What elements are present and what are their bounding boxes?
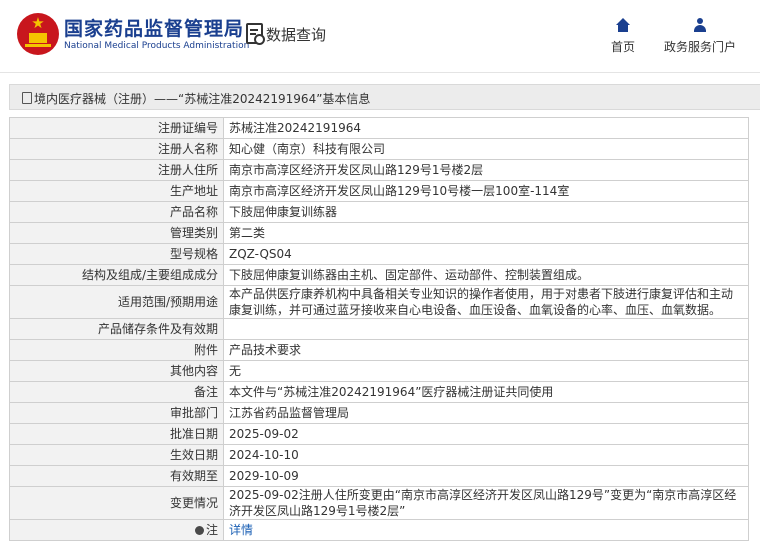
details-link[interactable]: 详情 <box>229 523 253 537</box>
table-row: 适用范围/预期用途 本产品供医疗康养机构中具备相关专业知识的操作者使用，用于对患者… <box>9 285 749 319</box>
field-label: 型号规格 <box>9 243 224 265</box>
field-label: 其他内容 <box>9 360 224 382</box>
table-row: 备注 本文件与“苏械注准20242191964”医疗器械注册证共同使用 <box>9 381 749 403</box>
note-value: 详情 <box>223 519 749 541</box>
field-label: 产品名称 <box>9 201 224 223</box>
document-icon <box>22 92 32 104</box>
table-row: 结构及组成/主要组成成分 下肢屈伸康复训练器由主机、固定部件、运动部件、控制装置组… <box>9 264 749 286</box>
field-value: ZQZ-QS04 <box>223 243 749 265</box>
field-label: 备注 <box>9 381 224 403</box>
table-row: 管理类别 第二类 <box>9 222 749 244</box>
national-emblem-logo[interactable]: ★ <box>17 13 59 55</box>
field-label: 注册人住所 <box>9 159 224 181</box>
field-label: 管理类别 <box>9 222 224 244</box>
field-label: 附件 <box>9 339 224 361</box>
note-label: 注 <box>9 519 224 541</box>
nav-service-portal[interactable]: 政务服务门户 <box>660 18 740 55</box>
field-value: 江苏省药品监督管理局 <box>223 402 749 424</box>
table-row: 变更情况 2025-09-02注册人住所变更由“南京市高淳区经济开发区凤山路129… <box>9 486 749 520</box>
field-label: 产品储存条件及有效期 <box>9 318 224 340</box>
table-row: 批准日期 2025-09-02 <box>9 423 749 445</box>
field-value <box>223 318 749 340</box>
table-row: 产品名称 下肢屈伸康复训练器 <box>9 201 749 223</box>
field-label: 审批部门 <box>9 402 224 424</box>
table-row: 注册证编号 苏械注准20242191964 <box>9 117 749 139</box>
table-row: 注册人住所 南京市高淳区经济开发区凤山路129号1号楼2层 <box>9 159 749 181</box>
field-value: 2025-09-02 <box>223 423 749 445</box>
home-icon <box>616 18 630 32</box>
detail-table: 注册证编号 苏械注准20242191964 注册人名称 知心健（南京）科技有限公司 注册… <box>9 117 749 541</box>
breadcrumb-text: 境内医疗器械（注册）——“苏械注准20242191964”基本信息 <box>34 92 371 106</box>
user-icon <box>693 18 707 32</box>
note-icon <box>194 526 204 535</box>
field-label: 有效期至 <box>9 465 224 487</box>
field-label: 批准日期 <box>9 423 224 445</box>
field-value: 2025-09-02注册人住所变更由“南京市高淳区经济开发区凤山路129号”变更… <box>223 486 749 520</box>
field-label: 结构及组成/主要组成成分 <box>9 264 224 286</box>
table-row: 有效期至 2029-10-09 <box>9 465 749 487</box>
field-value: 2029-10-09 <box>223 465 749 487</box>
field-value: 知心健（南京）科技有限公司 <box>223 138 749 160</box>
field-value: 本产品供医疗康养机构中具备相关专业知识的操作者使用，用于对患者下肢进行康复评估和… <box>223 285 749 319</box>
field-value: 南京市高淳区经济开发区凤山路129号1号楼2层 <box>223 159 749 181</box>
field-label: 适用范围/预期用途 <box>9 285 224 319</box>
nav-home[interactable]: 首页 <box>603 18 643 55</box>
field-value: 第二类 <box>223 222 749 244</box>
breadcrumb: 境内医疗器械（注册）——“苏械注准20242191964”基本信息 <box>9 84 760 110</box>
table-row-note: 注详情 <box>9 519 749 541</box>
field-label: 变更情况 <box>9 486 224 520</box>
nav-portal-label: 政务服务门户 <box>663 40 736 54</box>
field-value: 南京市高淳区经济开发区凤山路129号10号楼一层100室-114室 <box>223 180 749 202</box>
data-query-icon <box>246 23 265 45</box>
note-label-text: 注 <box>205 523 218 537</box>
table-row: 生产地址 南京市高淳区经济开发区凤山路129号10号楼一层100室-114室 <box>9 180 749 202</box>
field-value: 产品技术要求 <box>223 339 749 361</box>
section-title: 数据查询 <box>266 26 327 44</box>
site-title-cn[interactable]: 国家药品监督管理局 <box>64 14 244 41</box>
site-title-en: National Medical Products Administration <box>64 41 250 51</box>
table-row: 注册人名称 知心健（南京）科技有限公司 <box>9 138 749 160</box>
table-row: 型号规格 ZQZ-QS04 <box>9 243 749 265</box>
field-value: 本文件与“苏械注准20242191964”医疗器械注册证共同使用 <box>223 381 749 403</box>
field-value: 下肢屈伸康复训练器 <box>223 201 749 223</box>
field-value: 苏械注准20242191964 <box>223 117 749 139</box>
table-row: 审批部门 江苏省药品监督管理局 <box>9 402 749 424</box>
nav-home-label: 首页 <box>610 40 635 54</box>
field-value: 下肢屈伸康复训练器由主机、固定部件、运动部件、控制装置组成。 <box>223 264 749 286</box>
field-label: 注册证编号 <box>9 117 224 139</box>
table-row: 其他内容无 <box>9 360 749 382</box>
site-header: ★ 国家药品监督管理局 National Medical Products Ad… <box>0 0 760 73</box>
field-value: 无 <box>223 360 749 382</box>
field-label: 生产地址 <box>9 180 224 202</box>
table-row: 产品储存条件及有效期 <box>9 318 749 340</box>
table-row: 生效日期 2024-10-10 <box>9 444 749 466</box>
field-value: 2024-10-10 <box>223 444 749 466</box>
field-label: 注册人名称 <box>9 138 224 160</box>
field-label: 生效日期 <box>9 444 224 466</box>
table-row: 附件 产品技术要求 <box>9 339 749 361</box>
